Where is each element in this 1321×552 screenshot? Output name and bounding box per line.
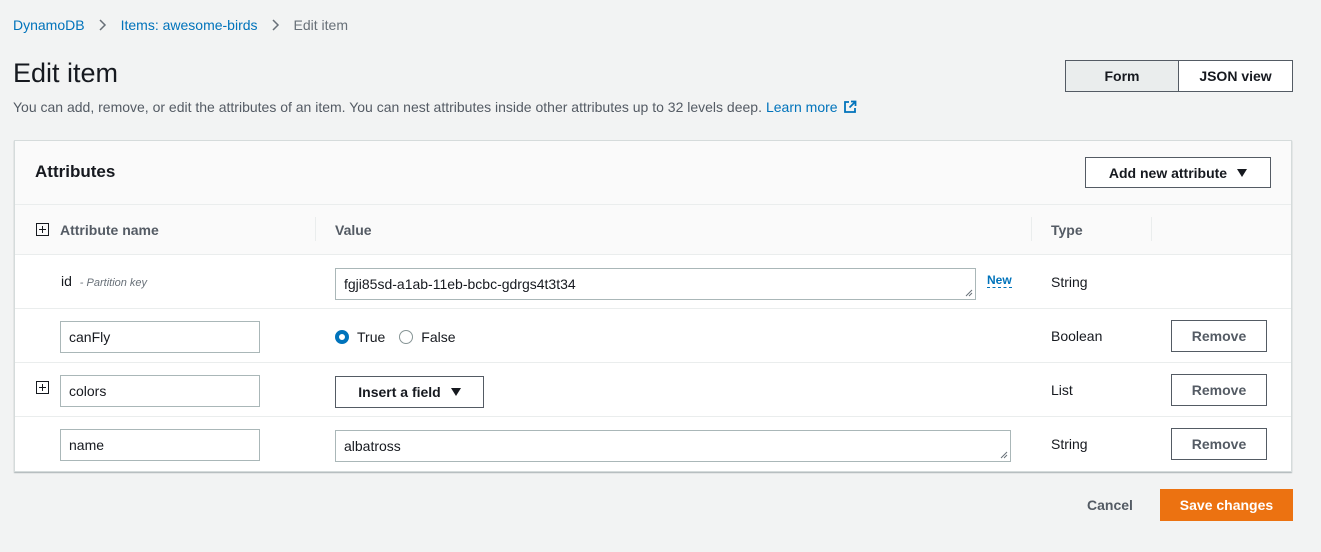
- attributes-panel: Attributes Add new attribute Attribute n…: [14, 140, 1292, 472]
- column-value: Value: [335, 222, 372, 238]
- attribute-name-input[interactable]: colors: [60, 375, 260, 407]
- radio-false[interactable]: [399, 330, 414, 344]
- column-attribute-name: Attribute name: [60, 222, 159, 238]
- cancel-button[interactable]: Cancel: [1087, 497, 1133, 513]
- attribute-name-id: id - Partition key: [61, 273, 147, 289]
- attribute-name-text: canFly: [69, 329, 111, 345]
- name-value-text: albatross: [344, 438, 401, 454]
- name-value-input[interactable]: albatross: [335, 430, 1011, 462]
- type-list: List: [1051, 382, 1073, 398]
- description-text: You can add, remove, or edit the attribu…: [13, 99, 762, 115]
- column-type: Type: [1051, 222, 1083, 238]
- json-view-button[interactable]: JSON view: [1179, 60, 1293, 92]
- radio-false-label[interactable]: False: [421, 329, 455, 345]
- new-badge[interactable]: New: [987, 273, 1012, 289]
- save-changes-button[interactable]: Save changes: [1160, 489, 1293, 521]
- learn-more-link[interactable]: Learn more: [766, 99, 857, 115]
- partition-key-label: - Partition key: [79, 277, 148, 289]
- learn-more-label: Learn more: [765, 99, 838, 115]
- breadcrumb-current: Edit item: [293, 17, 348, 33]
- breadcrumb-items[interactable]: Items: awesome-birds: [121, 17, 258, 33]
- form-view-button[interactable]: Form: [1065, 60, 1179, 92]
- insert-field-label: Insert a field: [358, 384, 441, 400]
- id-value-input[interactable]: fgji85sd-a1ab-11eb-bcbc-gdrgs4t3t34: [335, 268, 976, 300]
- attribute-name-text: id: [61, 273, 72, 289]
- expand-all-icon[interactable]: [36, 223, 49, 236]
- radio-true[interactable]: [335, 330, 349, 344]
- add-new-attribute-label: Add new attribute: [1108, 164, 1228, 181]
- radio-true-label[interactable]: True: [357, 329, 385, 345]
- attribute-name-input[interactable]: canFly: [60, 321, 260, 353]
- page-description: You can add, remove, or edit the attribu…: [13, 99, 857, 115]
- caret-down-icon: [1237, 168, 1248, 177]
- column-divider: [1151, 217, 1152, 241]
- external-link-icon: [843, 100, 856, 113]
- insert-field-button[interactable]: Insert a field: [335, 376, 484, 408]
- attributes-title: Attributes: [35, 162, 116, 181]
- column-divider: [315, 217, 316, 241]
- attributes-header: Attributes Add new attribute: [15, 141, 1291, 205]
- boolean-radio-group: True False: [335, 329, 470, 345]
- attribute-name-input[interactable]: name: [60, 429, 260, 461]
- resize-handle-icon[interactable]: [1000, 451, 1008, 459]
- attribute-name-text: colors: [69, 383, 107, 399]
- table-row: name albatross String Remove: [15, 417, 1291, 471]
- chevron-right-icon: [99, 19, 107, 31]
- add-new-attribute-button[interactable]: Add new attribute: [1085, 157, 1271, 188]
- table-header: Attribute name Value Type: [15, 205, 1291, 255]
- table-row: id - Partition key fgji85sd-a1ab-11eb-bc…: [15, 255, 1291, 309]
- chevron-right-icon: [272, 19, 280, 31]
- type-string: String: [1051, 274, 1088, 290]
- table-row: colors Insert a field List Remove: [15, 363, 1291, 417]
- caret-down-icon: [450, 388, 461, 396]
- expand-icon[interactable]: [36, 381, 49, 394]
- remove-button[interactable]: Remove: [1171, 320, 1267, 352]
- remove-button[interactable]: Remove: [1171, 374, 1267, 406]
- page-title: Edit item: [13, 58, 119, 88]
- id-value-text: fgji85sd-a1ab-11eb-bcbc-gdrgs4t3t34: [344, 276, 576, 292]
- breadcrumb-dynamodb[interactable]: DynamoDB: [13, 17, 85, 33]
- type-string: String: [1051, 436, 1088, 452]
- view-toggle: Form JSON view: [1065, 60, 1293, 92]
- remove-button[interactable]: Remove: [1171, 428, 1267, 460]
- table-row: canFly True False Boolean Remove: [15, 309, 1291, 363]
- attribute-name-text: name: [69, 437, 105, 453]
- breadcrumb: DynamoDB Items: awesome-birds Edit item: [13, 17, 348, 33]
- type-boolean: Boolean: [1051, 328, 1103, 344]
- column-divider: [1031, 217, 1032, 241]
- resize-handle-icon[interactable]: [965, 289, 973, 297]
